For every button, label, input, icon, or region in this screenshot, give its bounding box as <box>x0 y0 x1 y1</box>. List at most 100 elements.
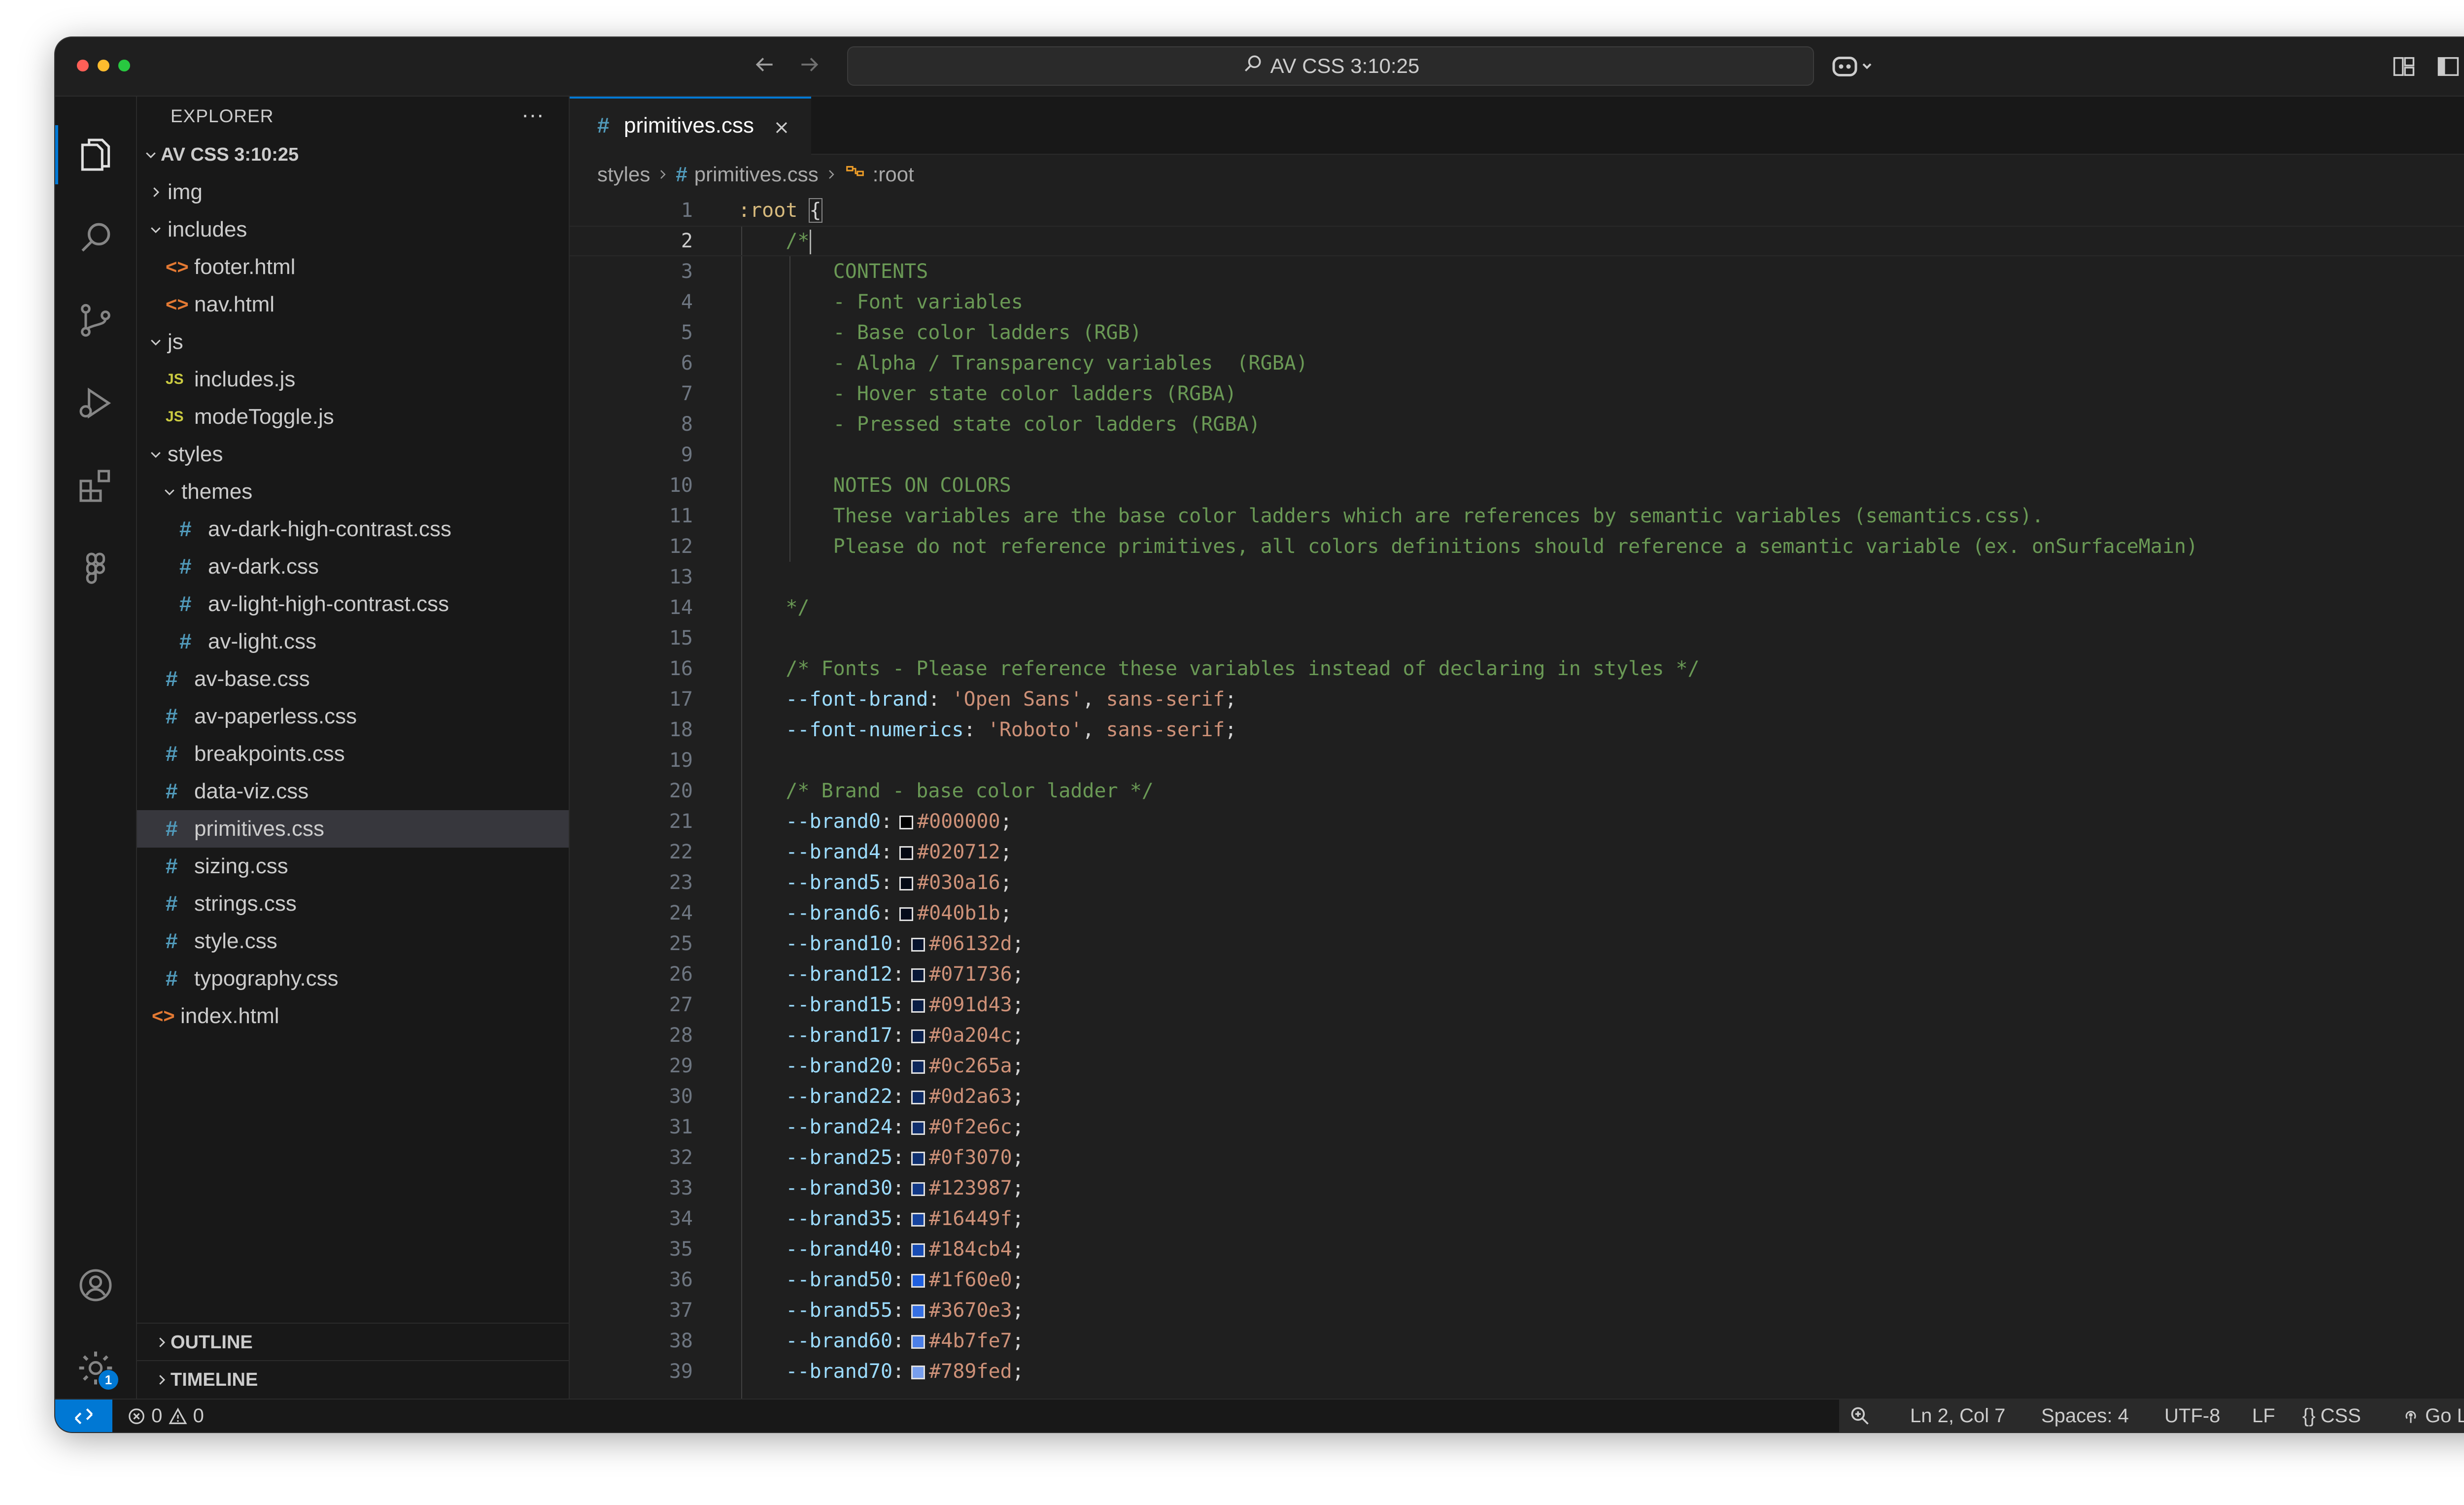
language-mode[interactable]: {} CSS <box>2302 1400 2361 1432</box>
file-item[interactable]: # av-light-high-contrast.css <box>137 585 569 623</box>
color-swatch[interactable] <box>899 877 914 890</box>
file-item[interactable]: # av-paperless.css <box>137 698 569 735</box>
breadcrumb: styles # primitives.css:root <box>597 155 914 194</box>
timeline-section[interactable]: TIMELINE <box>137 1360 569 1399</box>
file-item[interactable]: # sizing.css <box>137 848 569 885</box>
color-swatch[interactable] <box>911 999 925 1013</box>
close-icon[interactable] <box>772 99 791 153</box>
outline-section[interactable]: OUTLINE <box>137 1323 569 1361</box>
file-item[interactable]: # av-base.css <box>137 660 569 698</box>
breadcrumb-symbol[interactable]: :root <box>873 155 914 194</box>
cursor-position[interactable]: Ln 2, Col 7 <box>1910 1400 2005 1432</box>
folder-item[interactable]: themes <box>137 473 569 511</box>
line-content: --brand35: #16449f; <box>738 1203 1024 1234</box>
semicolon: ; <box>1012 1360 1024 1383</box>
color-swatch[interactable] <box>911 938 925 952</box>
go-live-button[interactable]: Go Live <box>2402 1400 2464 1432</box>
color-swatch[interactable] <box>911 1152 925 1165</box>
color-swatch[interactable] <box>911 1274 925 1288</box>
color-swatch[interactable] <box>911 1243 925 1257</box>
file-item[interactable]: # style.css <box>137 923 569 960</box>
file-item[interactable]: JS modeToggle.js <box>137 398 569 436</box>
toggle-primary-sidebar-icon[interactable] <box>2435 54 2461 82</box>
run-debug-icon[interactable] <box>76 383 115 423</box>
figma-icon[interactable] <box>76 549 115 588</box>
color-swatch[interactable] <box>911 1060 925 1074</box>
forward-arrow-icon[interactable] <box>797 52 822 82</box>
css-file-icon: # <box>166 667 178 691</box>
color-swatch[interactable] <box>911 1182 925 1196</box>
breadcrumb-file[interactable]: primitives.css <box>694 155 819 194</box>
folder-item[interactable]: js <box>137 323 569 361</box>
minimize-window-button[interactable] <box>98 60 109 71</box>
end-of-line[interactable]: LF <box>2252 1400 2275 1432</box>
zoom-window-button[interactable] <box>118 60 130 71</box>
account-icon[interactable] <box>76 1266 115 1305</box>
folder-item[interactable]: styles <box>137 436 569 473</box>
copilot-icon[interactable] <box>1831 54 1876 82</box>
color-swatch[interactable] <box>911 1366 925 1379</box>
search-icon[interactable] <box>76 218 115 257</box>
html-file-icon: <> <box>166 256 189 278</box>
css-property: --brand5 <box>786 871 881 894</box>
file-item[interactable]: # data-viz.css <box>137 773 569 810</box>
color-value: #06132d <box>929 932 1012 955</box>
zoom-icon[interactable] <box>1849 1400 1871 1432</box>
color-swatch[interactable] <box>899 846 914 860</box>
line-number: 38 <box>669 1330 693 1352</box>
file-item[interactable]: # av-dark-high-contrast.css <box>137 511 569 548</box>
file-item[interactable]: JS includes.js <box>137 361 569 398</box>
semicolon: ; <box>1012 1177 1024 1199</box>
problems-indicator[interactable]: 0 0 <box>127 1400 204 1432</box>
color-swatch[interactable] <box>911 1091 925 1104</box>
encoding[interactable]: UTF-8 <box>2164 1400 2220 1432</box>
file-item[interactable]: # breakpoints.css <box>137 735 569 773</box>
file-item[interactable]: # primitives.css <box>137 810 569 848</box>
file-item[interactable]: <> footer.html <box>137 248 569 286</box>
close-window-button[interactable] <box>77 60 89 71</box>
customize-layout-icon[interactable] <box>2391 54 2417 82</box>
color-swatch[interactable] <box>911 1029 925 1043</box>
color-swatch[interactable] <box>911 1121 925 1135</box>
line-number: 6 <box>681 352 693 375</box>
color-swatch[interactable] <box>911 1213 925 1227</box>
breadcrumb-folder[interactable]: styles <box>597 155 650 194</box>
css-file-icon: # <box>597 113 610 137</box>
comma: , <box>1082 688 1106 711</box>
explorer-root-folder[interactable]: AV CSS 3:10:25 <box>137 136 569 173</box>
source-control-icon[interactable] <box>76 301 115 340</box>
line-number: 30 <box>669 1085 693 1108</box>
tab-primitives-css[interactable]: # primitives.css <box>570 97 811 155</box>
files-icon[interactable] <box>55 125 115 184</box>
file-item[interactable]: # av-dark.css <box>137 548 569 585</box>
line-number: 8 <box>681 413 693 436</box>
colon: : <box>892 1268 905 1291</box>
folder-item[interactable]: includes <box>137 211 569 248</box>
line-content: --brand25: #0f3070; <box>738 1142 1024 1173</box>
settings-gear-icon[interactable]: 1 <box>76 1348 118 1390</box>
file-item[interactable]: # typography.css <box>137 960 569 997</box>
file-item[interactable]: # av-light.css <box>137 623 569 660</box>
extensions-icon[interactable] <box>76 466 115 506</box>
code-line: 9 <box>570 440 2464 470</box>
file-item[interactable]: <> nav.html <box>137 286 569 323</box>
file-item[interactable]: <> index.html <box>137 997 569 1035</box>
color-swatch[interactable] <box>899 816 914 829</box>
code-editor[interactable]: 1:root {2 /* 3 CONTENTS 4 - Font variables… <box>570 195 2464 1399</box>
color-swatch[interactable] <box>911 968 925 982</box>
color-swatch[interactable] <box>911 1304 925 1318</box>
more-actions-icon[interactable]: ··· <box>521 97 544 132</box>
indentation[interactable]: Spaces: 4 <box>2041 1400 2129 1432</box>
folder-item[interactable]: img <box>137 173 569 211</box>
back-arrow-icon[interactable] <box>752 52 777 82</box>
comment-text: /* <box>738 230 810 252</box>
error-icon <box>127 1405 146 1427</box>
file-item[interactable]: # strings.css <box>137 885 569 923</box>
line-number: 29 <box>669 1055 693 1077</box>
color-swatch[interactable] <box>911 1335 925 1349</box>
line-content: --brand55: #3670e3; <box>738 1295 1024 1326</box>
command-center-search[interactable]: AV CSS 3:10:25 <box>847 46 1814 86</box>
color-swatch[interactable] <box>899 907 914 921</box>
remote-indicator[interactable] <box>55 1400 112 1432</box>
color-value: #16449f <box>929 1207 1012 1230</box>
